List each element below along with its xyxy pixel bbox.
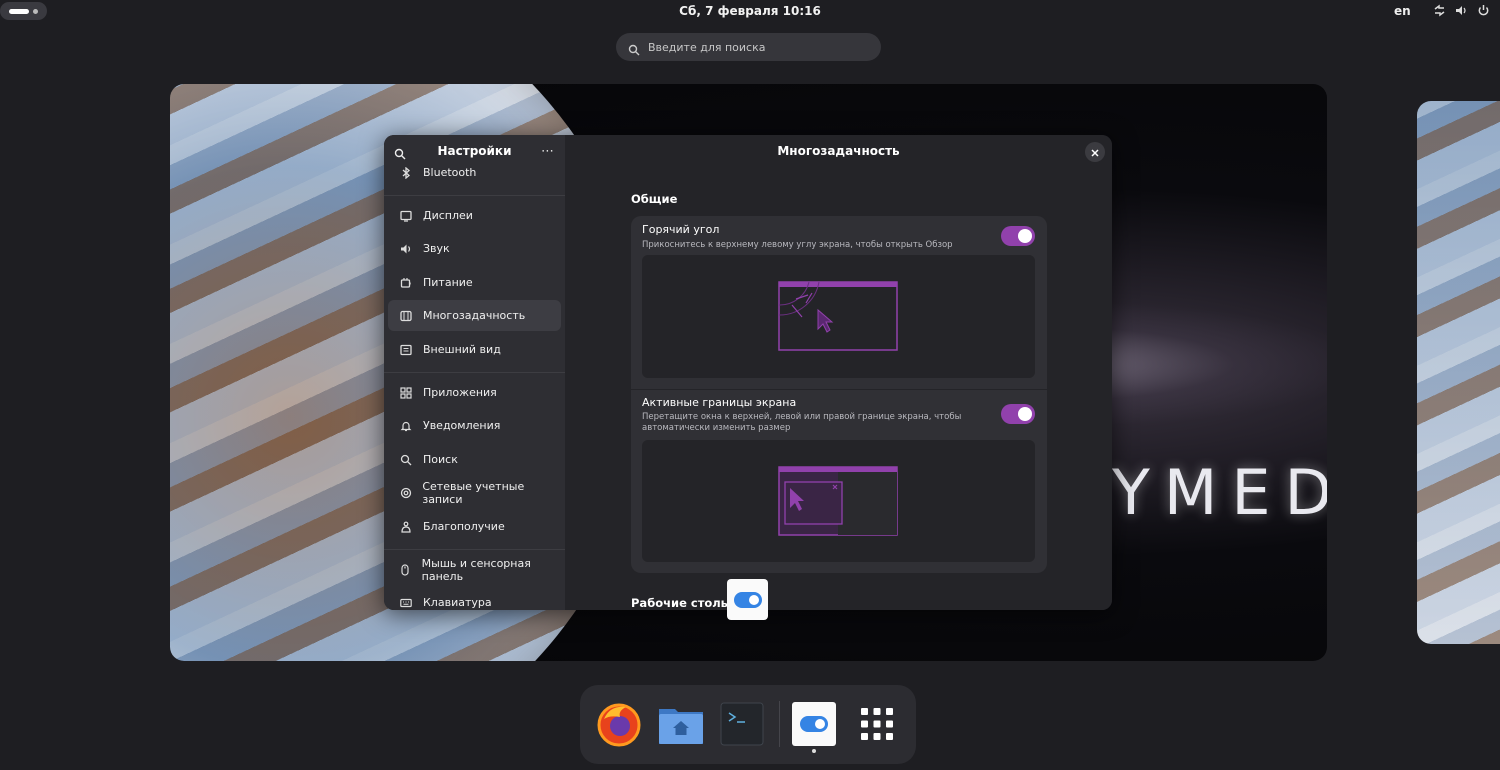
hot-corner-illustration bbox=[642, 255, 1035, 378]
sidebar-item-label: Благополучие bbox=[423, 520, 505, 533]
sidebar-item-label: Клавиатура bbox=[423, 596, 492, 609]
section-title-general: Общие bbox=[631, 192, 678, 206]
sidebar-item-label: Bluetooth bbox=[423, 166, 477, 179]
close-icon bbox=[1090, 143, 1100, 162]
keyboard-icon bbox=[399, 596, 413, 610]
power-icon bbox=[399, 276, 413, 290]
sidebar-item-label: Мышь и сенсорная панель bbox=[421, 556, 531, 583]
running-indicator bbox=[812, 749, 816, 753]
dock-firefox[interactable] bbox=[596, 701, 642, 747]
settings-icon bbox=[733, 591, 762, 608]
sidebar-item-apps[interactable]: Приложения bbox=[388, 377, 561, 408]
bluetooth-icon bbox=[399, 166, 413, 180]
sidebar-item-appearance[interactable]: Внешний вид bbox=[388, 334, 561, 365]
sound-icon bbox=[399, 242, 413, 256]
sidebar-item-label: Сетевые учетные записи bbox=[422, 479, 525, 506]
section-title-workspaces: Рабочие столы bbox=[631, 596, 732, 610]
wellbeing-icon bbox=[399, 520, 413, 534]
network-icon bbox=[1432, 3, 1446, 17]
app-grid-icon bbox=[854, 708, 900, 751]
volume-icon bbox=[1454, 3, 1468, 17]
mouse-icon bbox=[399, 563, 412, 577]
keyboard-layout-indicator[interactable]: en bbox=[1394, 4, 1411, 18]
sidebar-item-power[interactable]: Питание bbox=[388, 267, 561, 298]
settings-content: Многозадачность Общие Горячий угол Прико… bbox=[565, 135, 1112, 610]
files-icon bbox=[658, 709, 704, 751]
sidebar-item-label: Внешний вид bbox=[423, 343, 501, 356]
hot-corner-toggle[interactable] bbox=[1001, 226, 1035, 246]
sidebar-item-keyboard[interactable]: Клавиатура bbox=[388, 587, 561, 610]
apps-icon bbox=[399, 386, 413, 400]
dock-app-grid[interactable] bbox=[854, 701, 900, 747]
settings-icon bbox=[800, 716, 828, 732]
close-button[interactable] bbox=[1085, 142, 1105, 162]
multitasking-icon bbox=[399, 309, 413, 323]
sidebar-item-label: Приложения bbox=[423, 386, 497, 399]
appearance-icon bbox=[399, 343, 413, 357]
sidebar-item-label: Дисплеи bbox=[423, 209, 473, 222]
search-input[interactable] bbox=[648, 40, 868, 54]
dash bbox=[580, 685, 916, 764]
edges-toggle[interactable] bbox=[1001, 404, 1035, 424]
edges-title: Активные границы экрана bbox=[642, 396, 797, 409]
display-icon bbox=[399, 209, 413, 223]
bell-icon bbox=[399, 419, 413, 433]
search-icon bbox=[628, 41, 640, 56]
general-card: Горячий угол Прикоснитесь к верхнему лев… bbox=[631, 216, 1047, 573]
system-tray[interactable] bbox=[1432, 3, 1490, 17]
power-menu-icon bbox=[1476, 3, 1490, 17]
overview-search[interactable] bbox=[616, 33, 881, 61]
sidebar-title: Настройки bbox=[437, 144, 512, 158]
sidebar-divider bbox=[384, 372, 565, 373]
search-icon bbox=[399, 453, 413, 467]
online-accounts-icon bbox=[399, 486, 412, 500]
sidebar-item-online-accounts[interactable]: Сетевые учетные записи bbox=[388, 477, 561, 508]
sidebar-divider bbox=[384, 195, 565, 196]
terminal-icon bbox=[719, 702, 765, 751]
sidebar-item-mouse[interactable]: Мышь и сенсорная панель bbox=[388, 554, 561, 585]
top-bar: Сб, 7 февраля 10:16 en bbox=[0, 0, 1500, 24]
sidebar-item-label: Поиск bbox=[423, 453, 458, 466]
sidebar-item-wellbeing[interactable]: Благополучие bbox=[388, 511, 561, 542]
sidebar-item-label: Звук bbox=[423, 242, 450, 255]
sidebar-item-displays[interactable]: Дисплеи bbox=[388, 200, 561, 231]
card-divider bbox=[631, 389, 1047, 390]
sidebar-divider bbox=[384, 549, 565, 550]
edges-illustration bbox=[642, 440, 1035, 562]
sidebar-item-search[interactable]: Поиск bbox=[388, 444, 561, 475]
clock[interactable]: Сб, 7 февраля 10:16 bbox=[0, 4, 1500, 18]
sidebar-item-sound[interactable]: Звук bbox=[388, 233, 561, 264]
hot-corner-title: Горячий угол bbox=[642, 223, 720, 236]
edges-subtitle: Перетащите окна к верхней, левой или пра… bbox=[642, 412, 962, 433]
hot-corner-subtitle: Прикоснитесь к верхнему левому углу экра… bbox=[642, 240, 953, 250]
next-workspace-preview[interactable] bbox=[1417, 101, 1500, 644]
dock-settings[interactable] bbox=[792, 702, 836, 746]
sidebar-item-label: Питание bbox=[423, 276, 473, 289]
sidebar-item-label: Уведомления bbox=[423, 419, 501, 432]
settings-window[interactable]: Настройки ⋯ Bluetooth Дисплеи Звук Питан… bbox=[384, 135, 1112, 610]
sidebar-item-bluetooth[interactable]: Bluetooth bbox=[388, 157, 561, 188]
dock-separator bbox=[779, 701, 780, 747]
page-title: Многозадачность bbox=[777, 144, 900, 158]
dragged-app-icon[interactable] bbox=[727, 579, 768, 620]
dock-terminal[interactable] bbox=[719, 701, 765, 747]
wallpaper-title: YMEDE bbox=[1112, 456, 1327, 529]
sidebar-item-notifications[interactable]: Уведомления bbox=[388, 410, 561, 441]
settings-sidebar: Настройки ⋯ Bluetooth Дисплеи Звук Питан… bbox=[384, 135, 565, 610]
dock-files[interactable] bbox=[658, 701, 704, 747]
sidebar-item-label: Многозадачность bbox=[423, 309, 526, 322]
firefox-icon bbox=[596, 703, 642, 751]
sidebar-item-multitasking[interactable]: Многозадачность bbox=[388, 300, 561, 331]
